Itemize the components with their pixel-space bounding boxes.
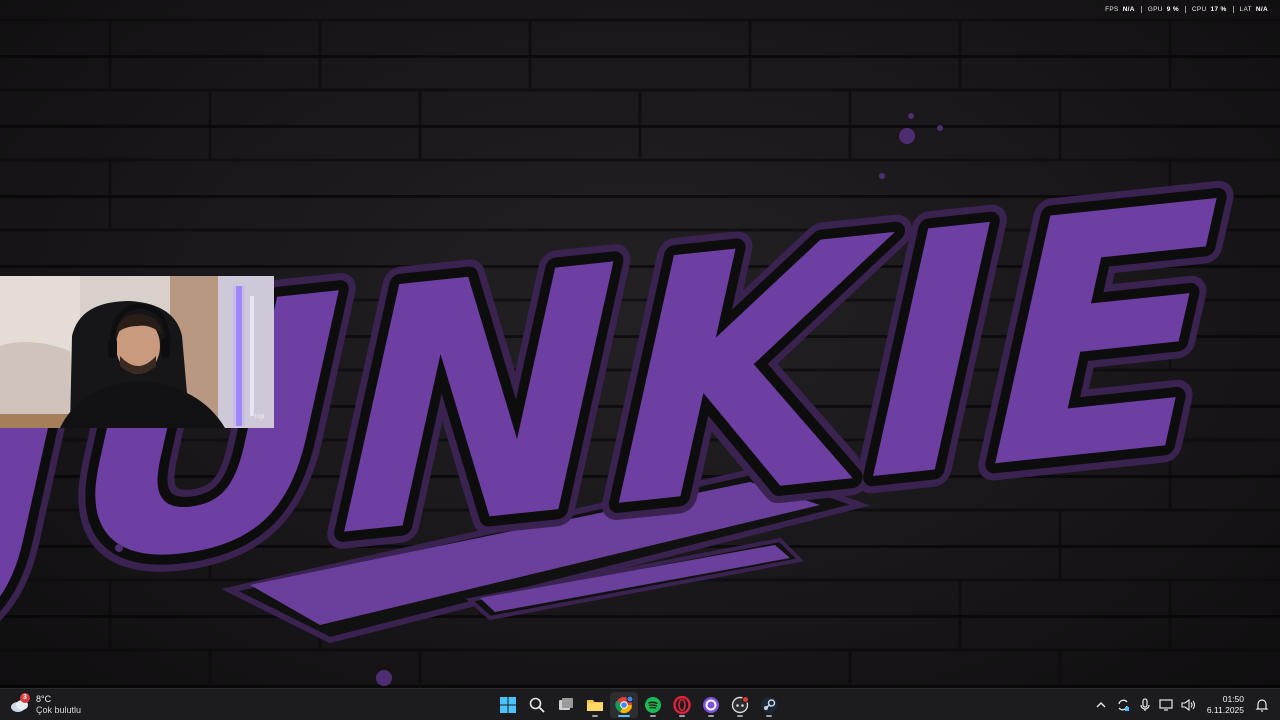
weather-alert-badge: 3 <box>20 693 30 703</box>
webcam-feed <box>0 276 274 428</box>
network-button[interactable] <box>1159 697 1175 713</box>
perf-fps: FPS N/A <box>1105 6 1135 13</box>
spotify-button[interactable] <box>639 692 667 718</box>
performance-overlay: FPS N/A GPU 9 % CPU 17 % LAT N/A <box>1099 6 1274 13</box>
taskbar-apps <box>494 692 783 718</box>
purple-app-icon <box>703 697 719 713</box>
opera-button[interactable] <box>668 692 696 718</box>
notifications-button[interactable] <box>1254 697 1270 713</box>
sync-tray-button[interactable] <box>1115 697 1131 713</box>
start-button[interactable] <box>494 692 522 718</box>
chrome-button[interactable] <box>610 692 638 718</box>
clock-date: 6.11.2025 <box>1206 705 1244 715</box>
clock-time: 01:50 <box>1222 694 1244 704</box>
weather-condition: Çok bulutlu <box>36 705 82 715</box>
spotify-icon <box>645 697 661 713</box>
chrome-icon <box>615 696 633 714</box>
weather-temperature: 8°C <box>36 694 52 704</box>
chevron-up-icon <box>1096 702 1106 708</box>
windows-icon <box>500 697 516 713</box>
folder-icon <box>587 700 603 711</box>
steam-icon <box>761 697 777 713</box>
clock[interactable]: 01:50 6.11.2025 <box>1203 694 1248 716</box>
webcam-logo: logi <box>255 414 265 420</box>
search-button[interactable] <box>523 692 551 718</box>
microphone-icon <box>1140 698 1150 711</box>
opera-icon <box>673 696 691 714</box>
task-view-button[interactable] <box>552 692 580 718</box>
system-tray: 01:50 6.11.2025 <box>1093 692 1270 718</box>
taskbar: 3 8°C Çok bulutlu 01:50 6.11.2025 <box>0 688 1280 720</box>
purple-app-button[interactable] <box>697 692 725 718</box>
volume-button[interactable] <box>1181 697 1197 713</box>
discord-button[interactable] <box>726 692 754 718</box>
webcam-overlay: logi <box>0 276 274 428</box>
sync-icon <box>1118 699 1129 711</box>
steam-button[interactable] <box>755 692 783 718</box>
perf-latency: LAT N/A <box>1232 6 1274 13</box>
network-icon <box>1159 699 1173 711</box>
show-hidden-icons-button[interactable] <box>1093 697 1109 713</box>
search-icon <box>529 697 545 713</box>
file-explorer-button[interactable] <box>581 692 609 718</box>
speaker-icon <box>1181 698 1195 712</box>
microphone-button[interactable] <box>1137 697 1153 713</box>
perf-gpu: GPU 9 % <box>1140 6 1185 13</box>
bell-icon <box>1255 699 1269 712</box>
task-view-icon <box>559 698 573 710</box>
cloud-icon: 3 <box>10 693 30 714</box>
discord-icon <box>731 696 749 714</box>
weather-widget[interactable]: 3 8°C Çok bulutlu <box>10 692 81 718</box>
perf-cpu: CPU 17 % <box>1184 6 1233 13</box>
